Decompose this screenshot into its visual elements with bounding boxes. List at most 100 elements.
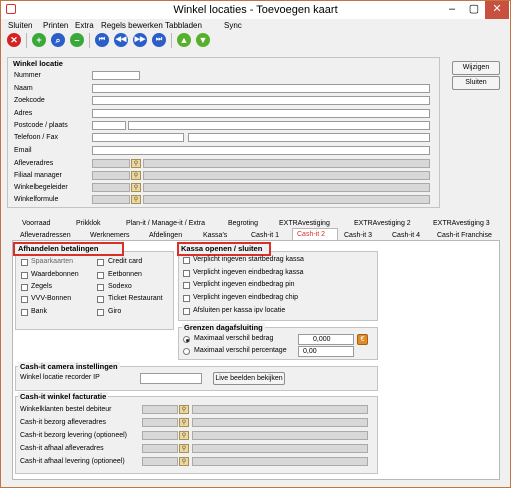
tab-afleveradressen[interactable]: Afleveradressen xyxy=(20,232,71,239)
tab-afdelingen[interactable]: Afdelingen xyxy=(149,232,182,239)
checkbox-startbedrag-kassa[interactable] xyxy=(183,257,190,264)
plaats-input[interactable] xyxy=(128,121,430,130)
recorder-ip-input[interactable] xyxy=(140,373,202,384)
checkbox-credit-card[interactable] xyxy=(97,259,104,266)
window-title: Winkel locaties - Toevoegen kaart xyxy=(173,4,338,16)
checkbox-eindbedrag-chip[interactable] xyxy=(183,295,190,302)
afhaal-levering-description xyxy=(192,457,368,466)
previous-icon[interactable]: ◀◀ xyxy=(114,33,128,47)
remove-icon[interactable]: – xyxy=(70,33,84,47)
tab-voorraad[interactable]: Voorraad xyxy=(22,220,50,227)
afhaal-levering-code[interactable] xyxy=(142,457,178,466)
tab-plan-it[interactable]: Plan-it / Manage-it / Extra xyxy=(126,220,205,227)
nummer-input[interactable] xyxy=(92,71,140,80)
checkbox-afsluiten-per-kassa[interactable] xyxy=(183,308,190,315)
menu-sluiten[interactable]: Sluiten xyxy=(8,21,32,30)
tab-cash-it-4[interactable]: Cash-it 4 xyxy=(392,232,420,239)
live-beelden-button[interactable]: Live beelden bekijken xyxy=(213,372,285,385)
checkbox-waardebonnen[interactable] xyxy=(21,272,28,279)
afleveradres-lookup-icon[interactable]: ⚲ xyxy=(131,159,141,168)
tab-prikklok[interactable]: Prikklok xyxy=(76,220,101,227)
bestel-debiteur-lookup-icon[interactable]: ⚲ xyxy=(179,405,189,414)
maximaal-verschil-bedrag-input[interactable]: 0,000 xyxy=(298,334,354,345)
checkbox-giro[interactable] xyxy=(97,309,104,316)
label-ticket-restaurant: Ticket Restaurant xyxy=(108,295,163,302)
afleveradres-code[interactable] xyxy=(92,159,130,168)
email-input[interactable] xyxy=(92,146,430,155)
label-afleveradres: Afleveradres xyxy=(14,160,54,167)
checkbox-ticket-restaurant[interactable] xyxy=(97,296,104,303)
checkbox-sodexo[interactable] xyxy=(97,284,104,291)
afleveradres-description xyxy=(143,159,430,168)
label-maximaal-verschil-percentage: Maximaal verschil percentage xyxy=(194,347,287,354)
zoekcode-input[interactable] xyxy=(92,96,430,105)
filiaal-manager-lookup-icon[interactable]: ⚲ xyxy=(131,171,141,180)
tab-extravestiging-3[interactable]: EXTRAvestiging 3 xyxy=(433,220,490,227)
tab-extravestiging[interactable]: EXTRAvestiging xyxy=(279,220,330,227)
afhaal-levering-lookup-icon[interactable]: ⚲ xyxy=(179,457,189,466)
bestel-debiteur-code[interactable] xyxy=(142,405,178,414)
tab-cash-it-franchise[interactable]: Cash-it Franchise xyxy=(437,232,492,239)
bezorg-afleveradres-lookup-icon[interactable]: ⚲ xyxy=(179,418,189,427)
minimize-button[interactable]: – xyxy=(441,1,463,19)
filiaal-manager-code[interactable] xyxy=(92,171,130,180)
tab-werknemers[interactable]: Werknemers xyxy=(90,232,130,239)
menu-printen[interactable]: Printen xyxy=(43,21,68,30)
checkbox-eetbonnen[interactable] xyxy=(97,272,104,279)
grenzen-title: Grenzen dagafsluiting xyxy=(182,323,265,332)
menu-tabbladen[interactable]: Tabbladen xyxy=(165,21,202,30)
tab-begroting[interactable]: Begroting xyxy=(228,220,258,227)
telefoon-input[interactable] xyxy=(92,133,184,142)
sluiten-button[interactable]: Sluiten xyxy=(452,76,500,90)
bezorg-levering-code[interactable] xyxy=(142,431,178,440)
afhaal-afleveradres-lookup-icon[interactable]: ⚲ xyxy=(179,444,189,453)
winkelbegeleider-code[interactable] xyxy=(92,183,130,192)
bezorg-afleveradres-code[interactable] xyxy=(142,418,178,427)
naam-input[interactable] xyxy=(92,84,430,93)
menu-sync[interactable]: Sync xyxy=(224,21,242,30)
tab-cash-it-3[interactable]: Cash-it 3 xyxy=(344,232,372,239)
add-icon[interactable]: + xyxy=(32,33,46,47)
kassa-title: Kassa openen / sluiten xyxy=(181,244,263,253)
tab-kassas[interactable]: Kassa's xyxy=(203,232,227,239)
fax-input[interactable] xyxy=(188,133,430,142)
winkelformule-lookup-icon[interactable]: ⚲ xyxy=(131,195,141,204)
label-bank: Bank xyxy=(31,308,47,315)
maximaal-verschil-percentage-input[interactable]: 0,00 xyxy=(298,346,354,357)
label-telefoon: Telefoon / Fax xyxy=(14,134,58,141)
up-icon[interactable]: ▲ xyxy=(177,33,191,47)
close-window-button[interactable]: ✕ xyxy=(485,1,509,19)
afhaal-afleveradres-code[interactable] xyxy=(142,444,178,453)
winkelformule-code[interactable] xyxy=(92,195,130,204)
checkbox-eindbedrag-kassa[interactable] xyxy=(183,270,190,277)
checkbox-spaarkaarten[interactable] xyxy=(21,259,28,266)
radio-maximaal-verschil-percentage[interactable] xyxy=(183,348,190,355)
postcode-input[interactable] xyxy=(92,121,126,130)
bezorg-levering-lookup-icon[interactable]: ⚲ xyxy=(179,431,189,440)
adres-input[interactable] xyxy=(92,109,430,118)
label-giro: Giro xyxy=(108,308,122,315)
radio-maximaal-verschil-bedrag[interactable] xyxy=(183,336,190,343)
search-icon[interactable]: ⌕ xyxy=(51,33,65,47)
currency-icon[interactable]: € xyxy=(357,334,368,345)
checkbox-bank[interactable] xyxy=(21,309,28,316)
maximize-button[interactable]: ▢ xyxy=(463,1,485,19)
tab-cash-it-2[interactable]: Cash-it 2 xyxy=(297,231,325,238)
last-icon[interactable]: ⏭ xyxy=(152,33,166,47)
menu-extra[interactable]: Extra xyxy=(75,21,94,30)
winkelbegeleider-description xyxy=(143,183,430,192)
winkelbegeleider-lookup-icon[interactable]: ⚲ xyxy=(131,183,141,192)
label-credit-card: Credit card xyxy=(108,258,143,265)
label-vvv-bonnen: VVV-Bonnen xyxy=(31,295,72,302)
checkbox-eindbedrag-pin[interactable] xyxy=(183,282,190,289)
first-icon[interactable]: ⏮ xyxy=(95,33,109,47)
tab-cash-it-1[interactable]: Cash-it 1 xyxy=(251,232,279,239)
next-icon[interactable]: ▶▶ xyxy=(133,33,147,47)
checkbox-zegels[interactable] xyxy=(21,284,28,291)
down-icon[interactable]: ▼ xyxy=(196,33,210,47)
menu-regels-bewerken[interactable]: Regels bewerken xyxy=(101,21,163,30)
checkbox-vvv-bonnen[interactable] xyxy=(21,296,28,303)
tab-extravestiging-2[interactable]: EXTRAvestiging 2 xyxy=(354,220,411,227)
close-icon[interactable]: ✕ xyxy=(7,33,21,47)
wijzigen-button[interactable]: Wijzigen xyxy=(452,61,500,75)
